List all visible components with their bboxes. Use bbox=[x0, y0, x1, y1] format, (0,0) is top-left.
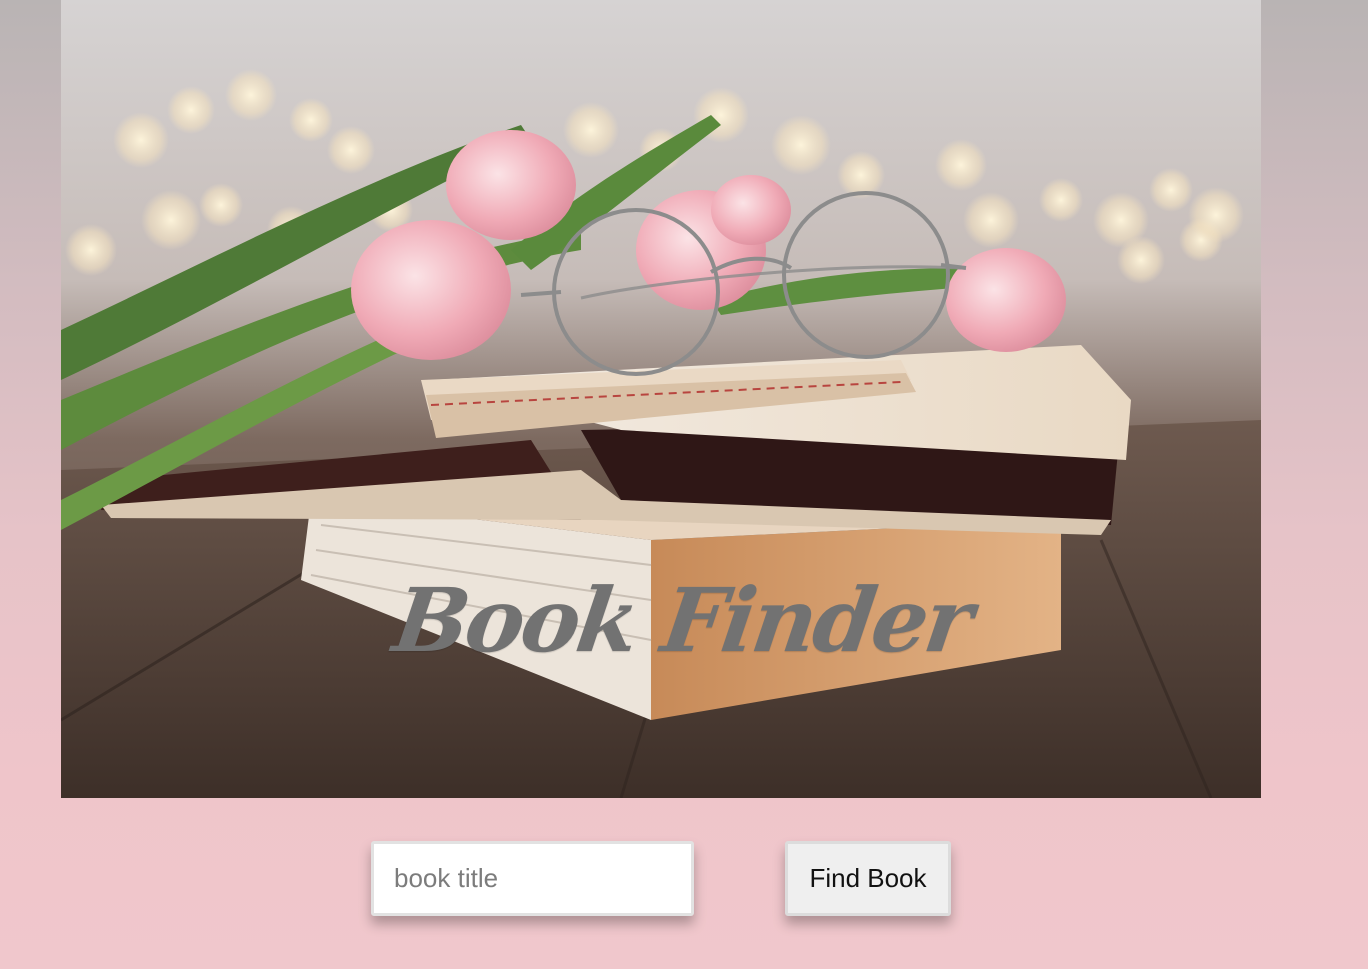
hero-image: Book Finder bbox=[61, 0, 1261, 798]
hero-photo bbox=[61, 0, 1261, 798]
book-title-input[interactable] bbox=[371, 841, 694, 916]
find-book-button[interactable]: Find Book bbox=[785, 841, 951, 916]
search-bar: Find Book bbox=[0, 841, 1368, 917]
app-title: Book Finder bbox=[387, 568, 977, 672]
